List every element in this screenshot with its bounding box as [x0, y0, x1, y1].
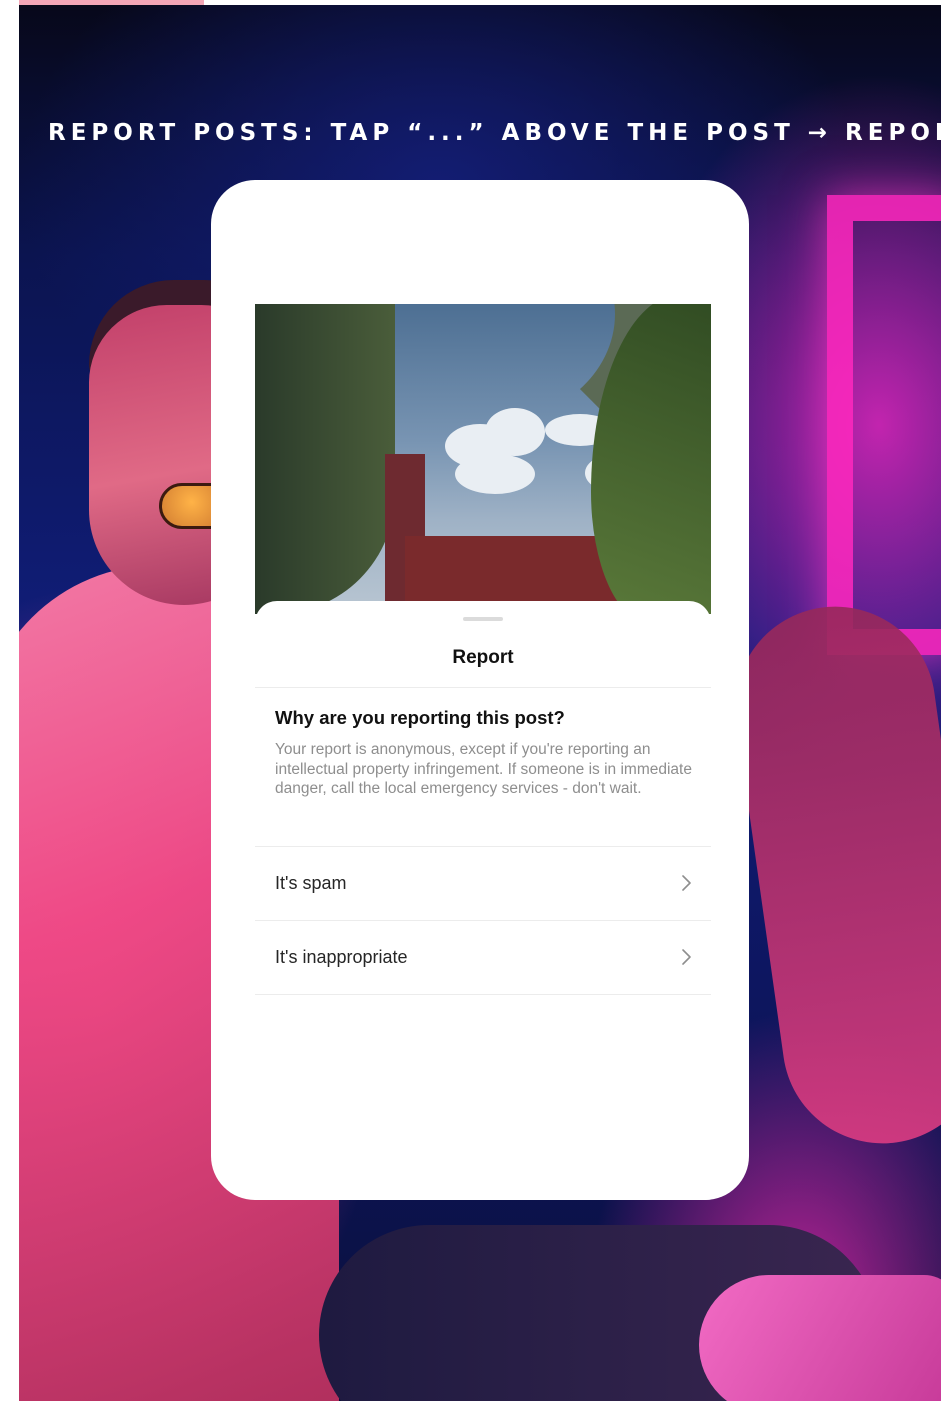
sneaker: [699, 1275, 941, 1401]
cloud: [485, 408, 545, 456]
divider: [255, 994, 711, 995]
report-explanation: Your report is anonymous, except if you'…: [275, 741, 692, 797]
divider: [255, 687, 711, 688]
option-label: It's spam: [275, 872, 347, 893]
instruction-caption: REPORT POSTS: TAP “...” ABOVE THE POST →…: [48, 120, 948, 146]
person-arm: [722, 593, 941, 1157]
sheet-title: Report: [452, 647, 514, 668]
option-label: It's inappropriate: [275, 946, 408, 967]
post-image: [255, 304, 711, 614]
sheet-grabber-handle[interactable]: [463, 617, 503, 621]
chevron-right-icon: [681, 874, 693, 892]
report-question: Why are you reporting this post?: [275, 707, 565, 728]
option-spam[interactable]: It's spam: [255, 846, 711, 920]
cloud: [455, 454, 535, 494]
option-inappropriate[interactable]: It's inappropriate: [255, 920, 711, 994]
report-sheet: Report Why are you reporting this post? …: [255, 601, 711, 1200]
phone-screen: Report Why are you reporting this post? …: [211, 180, 749, 1200]
chevron-right-icon: [681, 948, 693, 966]
palm-leaves-left: [255, 304, 395, 614]
neon-frame: [827, 195, 941, 655]
